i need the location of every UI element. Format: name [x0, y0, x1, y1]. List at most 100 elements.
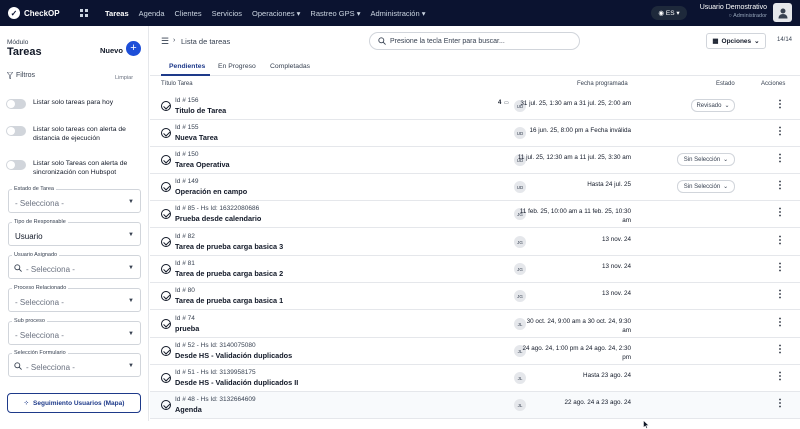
nav-clientes[interactable]: Clientes: [170, 9, 207, 18]
active-tab-indicator: [161, 74, 210, 76]
estado-tarea-select[interactable]: Estado de Tarea - Selecciona - ▼: [8, 186, 141, 213]
state-label: Sin Selección: [683, 156, 721, 163]
more-actions-icon[interactable]: ⋮: [775, 208, 785, 218]
scheduled-date: 13 nov. 24: [602, 236, 631, 245]
task-title[interactable]: Desde HS - Validación duplicados: [175, 351, 292, 360]
new-task-label[interactable]: Nuevo: [100, 46, 123, 55]
nav-tareas[interactable]: Tareas: [100, 9, 134, 18]
toggle-hubspot-alert[interactable]: [6, 160, 26, 170]
chat-icon[interactable]: ▭: [504, 100, 509, 106]
nav-agenda[interactable]: Agenda: [134, 9, 170, 18]
complete-check-icon[interactable]: [161, 264, 171, 274]
complete-check-icon[interactable]: [161, 373, 171, 383]
more-actions-icon[interactable]: ⋮: [775, 372, 785, 382]
task-title[interactable]: Titulo de Tarea: [175, 106, 226, 115]
apps-grid-icon[interactable]: [80, 9, 88, 17]
scheduled-date-line: pm: [622, 353, 631, 361]
complete-check-icon[interactable]: [161, 291, 171, 301]
table-row[interactable]: Id # 82 Tarea de prueba carga basica 3 JG 1…: [150, 229, 800, 256]
table-row[interactable]: Id # 150 Tarea Operativa UD 11 jul. 25, 12:…: [150, 147, 800, 174]
complete-check-icon[interactable]: [161, 101, 171, 111]
options-button[interactable]: ▦ Opciones ⌄: [706, 33, 766, 49]
complete-check-icon[interactable]: [161, 319, 171, 329]
nav-servicios[interactable]: Servicios: [207, 9, 247, 18]
clear-filters-button[interactable]: Limpiar: [115, 75, 133, 81]
proceso-relacionado-select[interactable]: Proceso Relacionado - Selecciona - ▼: [8, 285, 141, 312]
complete-check-icon[interactable]: [161, 400, 171, 410]
task-title[interactable]: Nueva Tarea: [175, 133, 218, 142]
state-select[interactable]: Sin Selección ⌄: [677, 180, 735, 193]
seleccion-formulario-select[interactable]: Selección Formulario - Selecciona - ▼: [8, 350, 141, 377]
more-actions-icon[interactable]: ⋮: [775, 181, 785, 191]
complete-check-icon[interactable]: [161, 209, 171, 219]
task-title[interactable]: Tarea de prueba carga basica 2: [175, 269, 283, 278]
tab-completadas[interactable]: Completadas: [270, 63, 310, 70]
tab-en-progreso[interactable]: En Progreso: [218, 63, 256, 70]
task-title[interactable]: Tarea de prueba carga basica 1: [175, 296, 283, 305]
table-row[interactable]: Id # 155 Nueva Tarea UD 16 jun. 25, 8:00 pm…: [150, 120, 800, 147]
tab-pendientes[interactable]: Pendientes: [169, 63, 205, 70]
more-actions-icon[interactable]: ⋮: [775, 290, 785, 300]
complete-check-icon[interactable]: [161, 237, 171, 247]
complete-check-icon[interactable]: [161, 155, 171, 165]
table-row[interactable]: Id # 85 - Hs Id: 16322080686 Prueba desde…: [150, 201, 800, 228]
task-title[interactable]: Tarea de prueba carga basica 3: [175, 242, 283, 251]
tipo-responsable-select[interactable]: Tipo de Responsable Usuario ▼: [8, 219, 141, 246]
more-actions-icon[interactable]: ⋮: [775, 236, 785, 246]
table-row[interactable]: Id # 74 prueba JL 30 oct. 24, 9:00 am a 30 …: [150, 311, 800, 338]
table-row[interactable]: Id # 81 Tarea de prueba carga basica 2 JG 1…: [150, 256, 800, 283]
usuario-asignado-select[interactable]: Usuario Asignado - Selecciona - ▼: [8, 252, 141, 279]
sub-proceso-select[interactable]: Sub proceso - Selecciona - ▼: [8, 318, 141, 345]
app-logo[interactable]: ✓ CheckOP: [8, 7, 70, 19]
map-tracking-button[interactable]: ⁘ Seguimiento Usuarios (Mapa): [7, 393, 141, 413]
task-id: Id # 85 - Hs Id: 16322080686: [175, 205, 260, 212]
more-actions-icon[interactable]: ⋮: [775, 345, 785, 355]
plus-icon: +: [130, 42, 137, 54]
task-title[interactable]: Prueba desde calendario: [175, 214, 261, 223]
state-select[interactable]: Sin Selección ⌄: [677, 153, 735, 166]
field-value: Usuario: [15, 232, 43, 241]
complete-check-icon[interactable]: [161, 182, 171, 192]
more-actions-icon[interactable]: ⋮: [775, 127, 785, 137]
caret-down-icon: ▼: [128, 232, 134, 238]
more-actions-icon[interactable]: ⋮: [775, 263, 785, 273]
state-label: Sin Selección: [683, 183, 721, 190]
scheduled-date-line: 31 jul. 25, 1:30 am a 31 jul. 25, 2:00 a…: [520, 100, 631, 107]
task-title[interactable]: Operación en campo: [175, 187, 247, 196]
nav-operaciones[interactable]: Operaciones ▾: [247, 9, 305, 18]
assignee-badge: JG: [514, 236, 526, 248]
search-input[interactable]: Presione la tecla Enter para buscar...: [369, 32, 580, 50]
user-info[interactable]: Usuario Demostrativo ○ Administrador: [689, 4, 767, 19]
task-title[interactable]: Tarea Operativa: [175, 160, 230, 169]
complete-check-icon[interactable]: [161, 346, 171, 356]
toggle-today[interactable]: [6, 99, 26, 109]
table-row[interactable]: Id # 80 Tarea de prueba carga basica 1 JG 1…: [150, 283, 800, 310]
task-id: Id # 48 - Hs Id: 3132664609: [175, 396, 256, 403]
add-task-button[interactable]: +: [126, 41, 141, 56]
more-actions-icon[interactable]: ⋮: [775, 154, 785, 164]
table-row[interactable]: Id # 51 - Hs Id: 3139958175 Desde HS - Va…: [150, 365, 800, 392]
table-row[interactable]: Id # 48 - Hs Id: 3132664609 Agenda JL 22 ag…: [150, 392, 800, 419]
more-actions-icon[interactable]: ⋮: [775, 399, 785, 409]
task-title[interactable]: Agenda: [175, 405, 202, 414]
more-actions-icon[interactable]: ⋮: [775, 100, 785, 110]
scheduled-date-line: 13 nov. 24: [602, 290, 631, 297]
toggle-distance-alert[interactable]: [6, 126, 26, 136]
language-selector[interactable]: ◉ ES ▾: [651, 6, 687, 20]
nav-administracion[interactable]: Administración ▾: [365, 9, 430, 18]
more-actions-icon[interactable]: ⋮: [775, 318, 785, 328]
filter-icon: [7, 72, 13, 79]
task-id: Id # 81: [175, 260, 195, 267]
table-row[interactable]: Id # 156 Titulo de Tarea 4 ▭ UD 31 jul. 25, 1…: [150, 93, 800, 120]
task-title[interactable]: prueba: [175, 324, 199, 333]
task-title[interactable]: Desde HS - Validación duplicados II: [175, 378, 298, 387]
menu-icon[interactable]: ☰: [161, 36, 169, 47]
state-select[interactable]: Revisado ⌄: [691, 99, 735, 112]
complete-check-icon[interactable]: [161, 128, 171, 138]
avatar[interactable]: [773, 3, 792, 22]
nav-rastreo-gps[interactable]: Rastreo GPS ▾: [305, 9, 365, 18]
scheduled-date-line: Hasta 23 ago. 24: [583, 372, 631, 379]
table-row[interactable]: Id # 149 Operación en campo UD Hasta 24 jul…: [150, 174, 800, 201]
user-icon: [778, 8, 787, 18]
table-row[interactable]: Id # 52 - Hs Id: 3140075080 Desde HS - Va…: [150, 338, 800, 365]
